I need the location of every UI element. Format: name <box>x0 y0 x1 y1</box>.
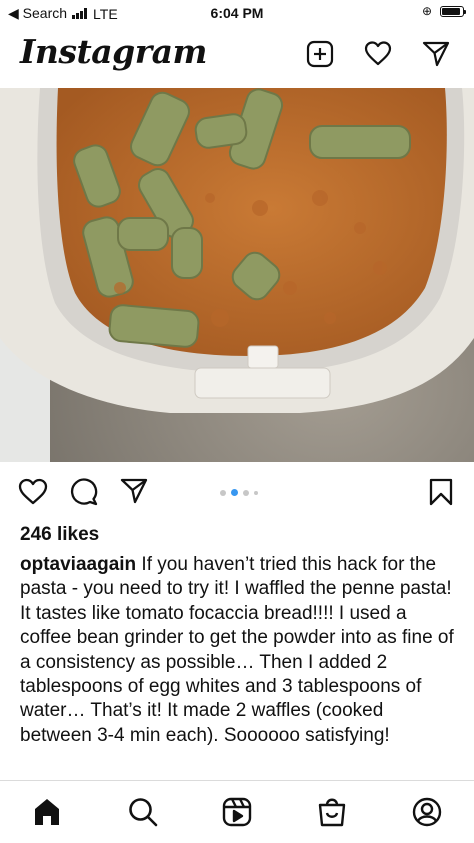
likes-count[interactable]: 246 likes <box>20 524 99 546</box>
profile-icon[interactable] <box>411 796 443 828</box>
direct-message-icon[interactable] <box>422 40 450 68</box>
comment-icon[interactable] <box>70 478 98 506</box>
home-icon[interactable] <box>31 796 63 828</box>
carousel-dot <box>243 489 249 496</box>
post-caption: optaviaagain If you haven’t tried this h… <box>20 553 460 748</box>
status-right: ⊕ <box>421 4 466 18</box>
bottom-tab-bar <box>0 781 474 843</box>
reels-icon[interactable] <box>221 796 253 828</box>
post-photo[interactable] <box>0 88 474 462</box>
post-actions <box>0 472 474 512</box>
shop-icon[interactable] <box>316 796 348 828</box>
carousel-indicator <box>220 489 258 496</box>
photo-grinder-pasta <box>0 88 474 462</box>
carousel-dot <box>254 490 258 495</box>
caption-username[interactable]: optaviaagain <box>20 554 136 575</box>
status-bar: ◀ Search LTE 6:04 PM ⊕ <box>0 0 474 26</box>
rotation-lock-icon: ⊕ <box>421 4 432 18</box>
caption-text: If you haven’t tried this hack for the p… <box>20 554 454 746</box>
instagram-logo[interactable]: Instagram <box>20 32 207 71</box>
battery-icon <box>440 5 466 17</box>
heart-icon[interactable] <box>364 40 392 68</box>
like-heart-icon[interactable] <box>18 478 48 506</box>
new-post-icon[interactable] <box>306 40 334 68</box>
battery-fill <box>442 7 460 15</box>
save-bookmark-icon[interactable] <box>428 478 454 506</box>
carousel-dot <box>231 489 238 496</box>
share-icon[interactable] <box>120 478 148 504</box>
carousel-dot <box>220 489 226 496</box>
search-icon[interactable] <box>127 796 159 828</box>
app-header: Instagram <box>0 26 474 88</box>
header-icons <box>306 40 450 68</box>
status-time: 6:04 PM <box>210 5 264 21</box>
